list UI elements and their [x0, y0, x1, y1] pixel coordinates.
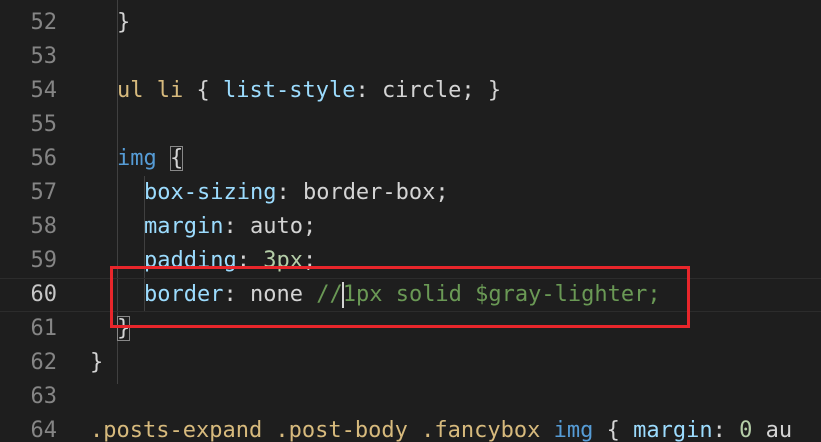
code-token: img — [117, 146, 157, 171]
code-line[interactable]: 53 — [0, 40, 821, 74]
line-number: 64 — [30, 418, 58, 442]
code-text[interactable]: box-sizing: border-box; — [144, 176, 449, 210]
code-token: { — [183, 78, 223, 103]
code-editor[interactable]: 52 } 53 54 ul li { list-style: circle; }… — [0, 0, 821, 442]
code-text[interactable]: ul li { list-style: circle; } — [117, 74, 501, 108]
line-number: 53 — [30, 44, 58, 69]
code-token: ; — [435, 180, 449, 205]
code-token: border — [144, 282, 224, 307]
code-token: } — [117, 316, 131, 341]
line-number: 60 — [30, 282, 58, 307]
code-token: ; — [302, 214, 317, 239]
line-number: 61 — [30, 316, 58, 341]
code-token: : — [223, 282, 250, 307]
code-token: : — [712, 418, 740, 442]
line-number: 54 — [30, 78, 58, 103]
code-text[interactable]: border: none //1px solid $gray-lighter; — [144, 278, 661, 312]
code-token: margin — [144, 214, 224, 239]
code-token: padding — [144, 248, 237, 273]
code-token: ul li — [117, 78, 184, 103]
code-token: { — [170, 146, 184, 171]
code-token: au — [752, 418, 793, 442]
code-text[interactable]: padding: 3px; — [144, 244, 316, 278]
code-text[interactable]: } — [90, 346, 103, 380]
code-token: circle — [381, 78, 462, 103]
line-number: 59 — [30, 248, 58, 273]
code-text[interactable]: margin: auto; — [144, 210, 316, 244]
code-token: ; } — [461, 78, 502, 103]
code-line[interactable]: 58 margin: auto; — [0, 210, 821, 244]
code-text[interactable]: } — [117, 6, 130, 40]
code-text[interactable]: } — [117, 312, 131, 346]
code-line[interactable]: 54 ul li { list-style: circle; } — [0, 74, 821, 108]
code-token: : — [223, 214, 250, 239]
line-number: 57 — [30, 180, 58, 205]
code-token: margin — [633, 418, 713, 442]
code-token: .posts-expand .post-body .fancybox — [90, 418, 541, 442]
code-text[interactable]: .posts-expand .post-body .fancybox img {… — [90, 414, 792, 442]
code-token: : — [236, 248, 264, 273]
code-line[interactable]: 62 } — [0, 346, 821, 380]
code-line[interactable]: 56 img { — [0, 142, 821, 176]
code-line[interactable]: 52 } — [0, 6, 821, 40]
code-token: border-box — [302, 180, 436, 205]
line-number: 63 — [30, 384, 58, 409]
code-token: auto — [249, 214, 303, 239]
line-number: 62 — [30, 350, 58, 375]
line-number: 56 — [30, 146, 58, 171]
code-token: } — [117, 10, 131, 35]
code-token: box-sizing — [144, 180, 277, 205]
code-token: } — [90, 350, 104, 375]
code-line[interactable]: 57 box-sizing: border-box; — [0, 176, 821, 210]
code-line[interactable]: 59 padding: 3px; — [0, 244, 821, 278]
code-token: 1px solid $gray-lighter; — [342, 282, 661, 307]
code-token: // — [316, 282, 343, 307]
code-token: 0 — [739, 418, 753, 442]
code-token: : — [355, 78, 382, 103]
code-token: none — [249, 282, 317, 307]
line-number: 58 — [30, 214, 58, 239]
code-token: : — [276, 180, 303, 205]
code-token: { — [593, 418, 634, 442]
code-token: img — [553, 418, 594, 442]
code-token: 3px — [263, 248, 303, 273]
line-number: 55 — [30, 112, 58, 137]
code-line[interactable]: 64 .posts-expand .post-body .fancybox im… — [0, 414, 821, 442]
code-token: list-style — [222, 78, 356, 103]
code-line[interactable]: 61 } — [0, 312, 821, 346]
code-token: ; — [302, 248, 317, 273]
code-line[interactable]: 63 — [0, 380, 821, 414]
code-text[interactable]: img { — [117, 142, 184, 176]
code-line[interactable]: 55 — [0, 108, 821, 142]
line-number: 52 — [30, 10, 58, 35]
code-line-current[interactable]: 60 border: none //1px solid $gray-lighte… — [0, 278, 821, 312]
